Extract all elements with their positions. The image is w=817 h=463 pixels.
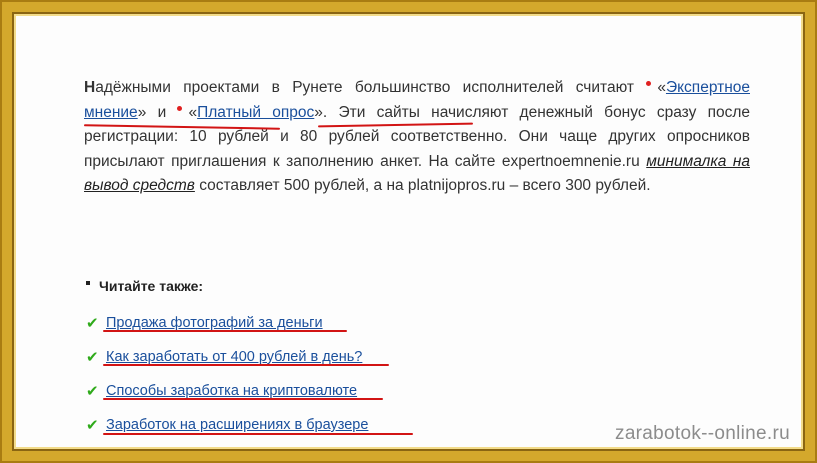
paragraph-part1: адёжными проектами в Рунете большинство …	[95, 79, 634, 96]
red-underline-mark	[103, 433, 413, 435]
list-item: ✔ Способы заработка на криптовалюте	[86, 374, 486, 408]
red-dot-icon	[646, 81, 652, 86]
paid-survey-link[interactable]: Платный опрос	[197, 104, 314, 121]
and-text: и	[146, 103, 178, 121]
checkmark-icon: ✔	[86, 417, 99, 434]
list-item: ✔ Заработок на расширениях в браузере	[86, 408, 486, 442]
read-also-list: ✔ Продажа фотографий за деньги ✔ Как зар…	[86, 306, 486, 442]
quote-close: »	[314, 103, 323, 121]
read-also-label: Читайте также:	[99, 278, 204, 294]
red-underline-mark	[103, 330, 347, 332]
related-link[interactable]: Заработок на расширениях в браузере	[106, 417, 368, 433]
square-bullet-icon	[86, 281, 90, 285]
paragraph: Надёжными проектами в Рунете большинство…	[84, 76, 750, 199]
read-also-heading: Читайте также:	[86, 278, 203, 294]
list-item: ✔ Продажа фотографий за деньги	[86, 306, 486, 340]
red-underline-mark	[103, 364, 389, 366]
paragraph-part3: составляет 500 рублей, а на platnijopros…	[194, 177, 651, 194]
related-link[interactable]: Продажа фотографий за деньги	[106, 315, 323, 331]
article-body: Надёжными проектами в Рунете большинство…	[84, 76, 750, 199]
quote-open: «	[188, 103, 198, 121]
watermark: zarabotok--online.ru	[615, 423, 790, 444]
related-link[interactable]: Способы заработка на криптовалюте	[106, 383, 357, 399]
related-link[interactable]: Как заработать от 400 рублей в день?	[106, 349, 362, 365]
red-underline-mark	[103, 398, 383, 400]
red-dot-icon	[177, 105, 183, 111]
list-item: ✔ Как заработать от 400 рублей в день?	[86, 340, 486, 374]
quote-open: «	[657, 79, 666, 96]
lead-letter: Н	[84, 79, 96, 96]
